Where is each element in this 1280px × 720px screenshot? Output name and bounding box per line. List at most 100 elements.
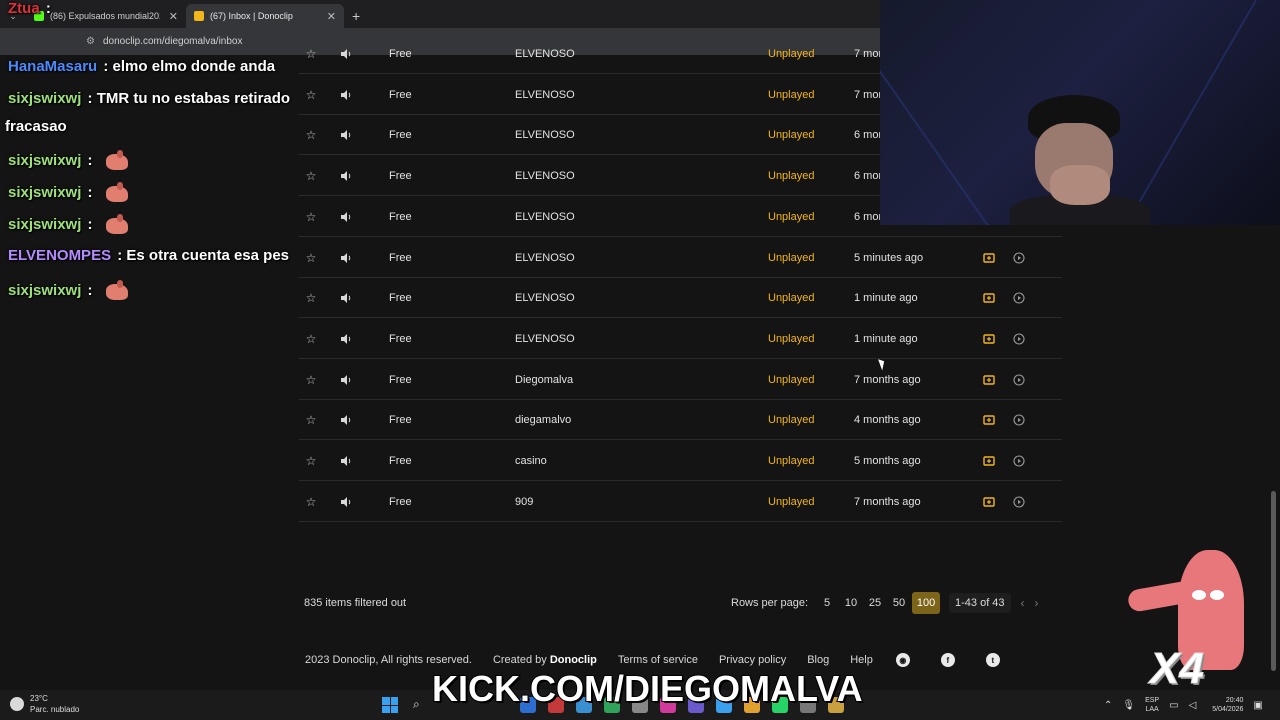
donor-name: ELVENOSO	[515, 210, 575, 223]
chat-message: sixjswixwj :	[8, 280, 129, 302]
table-row[interactable]: ☆ Free casino Unplayed 5 months ago	[299, 441, 1062, 481]
speaker-icon[interactable]	[339, 34, 353, 74]
donor-name: ELVENOSO	[515, 48, 575, 60]
notification-icon[interactable]: ▣	[1253, 700, 1262, 711]
play-icon[interactable]	[1012, 319, 1026, 359]
pointing-emote-icon	[103, 280, 129, 302]
donation-type: Free	[389, 292, 412, 305]
speaker-icon[interactable]	[339, 360, 353, 400]
table-row[interactable]: ☆ Free diegamalvo Unplayed 4 months ago	[299, 400, 1062, 441]
star-icon[interactable]: ☆	[304, 319, 318, 359]
blog-link[interactable]: Blog	[807, 654, 829, 666]
status-badge: Unplayed	[768, 170, 815, 183]
play-icon[interactable]	[1012, 360, 1026, 400]
donation-type: Free	[389, 414, 412, 427]
chat-message: sixjswixwj :	[8, 182, 129, 204]
twitter-icon[interactable]: t	[985, 653, 1000, 667]
page-range: 1-43 of 43 ‹ ›	[949, 593, 1039, 613]
start-button-icon[interactable]	[382, 697, 398, 713]
speaker-icon[interactable]	[339, 319, 353, 359]
discord-icon[interactable]: ◉	[895, 653, 910, 667]
page-scrollbar[interactable]	[1271, 491, 1276, 671]
add-to-queue-icon[interactable]	[982, 278, 996, 318]
add-to-queue-icon[interactable]	[982, 238, 996, 278]
chat-text: elmo elmo donde anda	[112, 58, 276, 75]
language-indicator[interactable]: ESP LAA	[1145, 696, 1159, 714]
status-badge: Unplayed	[768, 495, 815, 508]
terms-link[interactable]: Terms of service	[618, 654, 698, 666]
volume-icon[interactable]: ◁	[1189, 700, 1197, 711]
timestamp: 5 months ago	[854, 455, 921, 467]
next-page-icon[interactable]: ›	[1035, 596, 1039, 610]
chat-text: TMR tu no estabas retirado	[96, 90, 291, 107]
page-size-25[interactable]: 25	[864, 592, 886, 614]
star-icon[interactable]: ☆	[304, 400, 318, 440]
status-badge: Unplayed	[768, 455, 815, 467]
weather-widget[interactable]: 23°C Parc. nublado	[10, 693, 79, 715]
chat-message: sixjswixwj : TMR tu no estabas retirado	[8, 90, 290, 107]
chat-colon: :	[83, 281, 97, 299]
network-icon[interactable]: ▭	[1169, 700, 1178, 711]
speaker-icon[interactable]	[339, 197, 353, 237]
brand-link[interactable]: Donoclip	[550, 654, 597, 666]
donation-type: Free	[389, 455, 412, 467]
play-icon[interactable]	[1012, 482, 1026, 522]
timestamp: 1 minute ago	[854, 292, 918, 305]
status-badge: Unplayed	[768, 251, 815, 264]
speaker-icon[interactable]	[339, 278, 353, 318]
search-icon[interactable]: ⌕	[413, 697, 420, 712]
chat-message: sixjswixwj :	[8, 150, 129, 172]
add-to-queue-icon[interactable]	[982, 319, 996, 359]
donor-name: Diegomalva	[515, 373, 574, 386]
privacy-link[interactable]: Privacy policy	[719, 654, 786, 666]
tray-chevron-icon[interactable]: ⌃	[1104, 700, 1112, 711]
star-icon[interactable]: ☆	[304, 482, 318, 522]
clock-date: 5/04/2026	[1212, 706, 1244, 713]
donation-type: Free	[389, 210, 412, 223]
page-size-100[interactable]: 100	[912, 592, 941, 614]
table-row[interactable]: ☆ Free 909 Unplayed 7 months ago	[299, 482, 1062, 522]
page-size-5[interactable]: 5	[816, 592, 838, 614]
chat-username: ELVENOMPES	[8, 247, 112, 264]
play-icon[interactable]	[1012, 278, 1026, 318]
speaker-icon[interactable]	[339, 156, 353, 196]
play-icon[interactable]	[1012, 238, 1026, 278]
speaker-icon[interactable]	[339, 75, 353, 115]
chat-message: Ztua :	[8, 0, 51, 17]
play-icon[interactable]	[1012, 400, 1026, 440]
donor-name: diegamalvo	[515, 414, 572, 427]
timestamp: 4 months ago	[854, 414, 921, 427]
speaker-icon[interactable]	[339, 238, 353, 278]
add-to-queue-icon[interactable]	[982, 441, 996, 481]
new-tab-button[interactable]: +	[352, 8, 360, 28]
page-size-10[interactable]: 10	[840, 592, 862, 614]
facebook-icon[interactable]: f	[940, 653, 955, 667]
clock-time: 20:40	[1225, 697, 1244, 704]
clock[interactable]: 20:40 5/04/2026	[1212, 696, 1243, 714]
add-to-queue-icon[interactable]	[982, 400, 996, 440]
chat-overlay: Ztua : HanaMasaru : elmo elmo donde anda…	[0, 0, 330, 320]
speaker-icon[interactable]	[339, 482, 353, 522]
add-to-queue-icon[interactable]	[982, 482, 996, 522]
streamer	[1010, 95, 1150, 225]
filtered-count: 835 items filtered out	[304, 597, 407, 609]
speaker-icon[interactable]	[339, 400, 353, 440]
donor-name: ELVENOSO	[515, 292, 575, 305]
prev-page-icon[interactable]: ‹	[1021, 596, 1025, 610]
speaker-icon[interactable]	[339, 115, 353, 155]
table-row[interactable]: ☆ Free Diegomalva Unplayed 7 months ago	[299, 360, 1062, 400]
play-icon[interactable]	[1012, 441, 1026, 481]
star-icon[interactable]: ☆	[304, 360, 318, 400]
table-row[interactable]: ☆ Free ELVENOSO Unplayed 1 minute ago	[299, 319, 1062, 359]
microphone-icon[interactable]: 🎙	[1122, 700, 1135, 711]
page-size-50[interactable]: 50	[888, 592, 910, 614]
donation-type: Free	[389, 88, 412, 101]
status-badge: Unplayed	[768, 129, 815, 142]
speaker-icon[interactable]	[339, 441, 353, 481]
add-to-queue-icon[interactable]	[982, 360, 996, 400]
chat-username: sixjswixwj	[8, 183, 82, 201]
table-row[interactable]: ☆ Free ELVENOSO Unplayed 5 minutes ago	[299, 238, 1062, 278]
star-icon[interactable]: ☆	[304, 441, 318, 481]
table-row[interactable]: ☆ Free ELVENOSO Unplayed 1 minute ago	[299, 278, 1062, 319]
help-link[interactable]: Help	[850, 654, 873, 666]
